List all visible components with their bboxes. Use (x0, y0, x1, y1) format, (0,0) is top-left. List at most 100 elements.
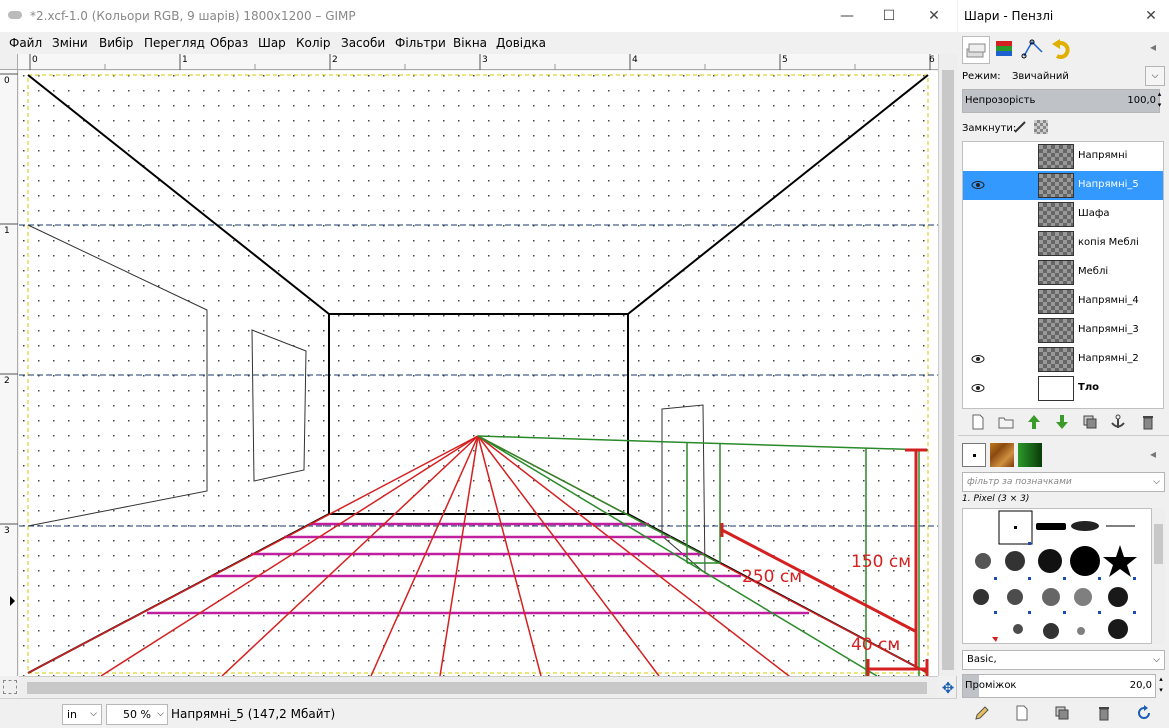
unit-value: in (67, 708, 78, 721)
ruler-label: 3 (482, 55, 488, 65)
layer-row[interactable]: копія Меблі (963, 229, 1163, 258)
lower-layer-icon[interactable] (1054, 414, 1070, 430)
vertical-scroll-thumb[interactable] (942, 70, 954, 670)
maximize-button[interactable]: ☐ (874, 4, 904, 28)
tab-gradients[interactable] (1018, 443, 1042, 467)
chevron-down-icon: ⌵ (1153, 477, 1160, 487)
tab-channels[interactable] (991, 36, 1019, 64)
layer-name[interactable]: Шафа (1078, 208, 1110, 219)
menu-windows[interactable]: Вікна (453, 36, 487, 50)
eye-icon[interactable] (971, 381, 985, 395)
minimize-button[interactable]: — (832, 4, 862, 28)
tab-paths[interactable] (1020, 36, 1048, 64)
lock-alpha-icon[interactable] (1034, 120, 1048, 134)
eye-icon[interactable] (971, 352, 985, 366)
raise-layer-icon[interactable] (1026, 414, 1042, 430)
brush-tag-filter-input[interactable]: фільтр за позначками ⌵ (962, 472, 1165, 492)
horizontal-scroll-thumb[interactable] (27, 682, 927, 694)
layer-name[interactable]: Меблі (1078, 266, 1108, 277)
brushes-scroll-thumb[interactable] (1154, 524, 1163, 564)
zoom-select[interactable]: 50 % ⌵ (106, 704, 168, 725)
delete-brush-icon[interactable] (1096, 705, 1112, 721)
dimension-label-40: 40 см (851, 635, 900, 655)
vertical-ruler[interactable]: 0 1 2 3 (0, 70, 18, 676)
layer-name[interactable]: копія Меблі (1078, 237, 1139, 248)
dock-title-bar: Шари - Пензлі ✕ (958, 0, 1169, 32)
duplicate-layer-icon[interactable] (1082, 414, 1098, 430)
ruler-label: 2 (332, 55, 338, 65)
dock-close-button[interactable]: ✕ (1136, 4, 1166, 28)
mode-label: Режим: (962, 71, 1001, 82)
tab-patterns[interactable] (990, 443, 1014, 467)
layer-row[interactable]: Напрямні (963, 142, 1163, 171)
edit-brush-icon[interactable] (974, 705, 990, 721)
menu-view[interactable]: Перегляд (144, 36, 205, 50)
brushes-scrollbar[interactable] (1152, 508, 1165, 644)
opacity-spinner[interactable]: ▴ ▾ (1154, 89, 1165, 113)
layer-row[interactable]: Напрямні_2 (963, 345, 1163, 374)
duplicate-brush-icon[interactable] (1054, 705, 1070, 721)
tab-layers[interactable] (962, 36, 990, 64)
layer-thumbnail (1038, 173, 1074, 198)
layer-name[interactable]: Напрямні_5 (1078, 179, 1139, 190)
layer-row[interactable]: Меблі (963, 258, 1163, 287)
unit-select[interactable]: in ⌵ (62, 704, 102, 725)
tab-undo-history[interactable] (1049, 36, 1077, 64)
menu-edit[interactable]: Зміни (52, 36, 88, 50)
menu-colors[interactable]: Колір (296, 36, 330, 50)
anchor-layer-icon[interactable] (1110, 414, 1126, 430)
title-bar: *2.xcf-1.0 (Кольори RGB, 9 шарів) 1800x1… (0, 0, 957, 32)
layers-brushes-dock: Шари - Пензлі ✕ ◂ Режим: Звичайний ⌵ Неп… (958, 0, 1169, 728)
layer-name[interactable]: Напрямні (1078, 150, 1127, 161)
layer-row[interactable]: Тло (963, 374, 1163, 403)
menu-layer[interactable]: Шар (258, 36, 286, 50)
configure-tab-icon[interactable]: ◂ (1150, 40, 1166, 56)
menu-file[interactable]: Файл (9, 36, 42, 50)
new-brush-icon[interactable] (1014, 705, 1030, 721)
layer-row[interactable]: Напрямні_5 (963, 171, 1163, 200)
layer-name[interactable]: Тло (1078, 382, 1099, 393)
opacity-slider[interactable]: Непрозорість 100,0 (962, 89, 1160, 113)
spacing-spinner[interactable]: ▴ ▾ (1156, 674, 1166, 698)
layer-name[interactable]: Напрямні_4 (1078, 295, 1139, 306)
spacing-slider[interactable]: Проміжок 20,0 (962, 674, 1156, 698)
menu-filters[interactable]: Фільтри (395, 36, 446, 50)
ruler-corner[interactable] (0, 54, 18, 70)
horizontal-scrollbar[interactable] (19, 676, 938, 698)
navigate-icon[interactable]: ✥ (940, 680, 956, 696)
quick-mask-icon[interactable] (3, 680, 17, 694)
mode-dropdown-button[interactable]: ⌵ (1145, 66, 1165, 86)
lock-pixels-icon[interactable] (1013, 120, 1027, 134)
configure-tab-icon[interactable]: ◂ (1150, 447, 1166, 463)
delete-layer-icon[interactable] (1140, 414, 1156, 430)
brush-preset-select[interactable]: Basic, ⌵ (962, 650, 1165, 670)
layer-row[interactable]: Напрямні_4 (963, 287, 1163, 316)
tab-brushes[interactable] (962, 443, 986, 467)
layer-row[interactable]: Напрямні_3 (963, 316, 1163, 345)
menu-bar: Файл Зміни Вибір Перегляд Образ Шар Колі… (0, 32, 957, 54)
layer-name[interactable]: Напрямні_3 (1078, 324, 1139, 335)
new-layer-group-icon[interactable] (998, 414, 1014, 430)
menu-select[interactable]: Вибір (99, 36, 133, 50)
horizontal-ruler[interactable]: 0 1 2 3 4 5 6 (18, 54, 938, 70)
undo-icon (1052, 39, 1070, 59)
layer-name[interactable]: Напрямні_2 (1078, 353, 1139, 364)
menu-help[interactable]: Довідка (496, 36, 546, 50)
menu-image[interactable]: Образ (210, 36, 248, 50)
chevron-down-icon: ⌵ (157, 709, 164, 719)
spacing-label: Проміжок (965, 680, 1017, 691)
new-layer-icon[interactable] (970, 414, 986, 430)
refresh-brushes-icon[interactable] (1136, 705, 1152, 721)
layer-row[interactable]: Шафа (963, 200, 1163, 229)
menu-tools[interactable]: Засоби (341, 36, 385, 50)
layer-thumbnail (1038, 144, 1074, 169)
eye-icon[interactable] (971, 178, 985, 192)
ruler-label: 0 (32, 55, 38, 65)
brushes-grid[interactable] (962, 508, 1152, 644)
vertical-scrollbar[interactable] (938, 54, 957, 676)
close-button[interactable]: ✕ (919, 4, 949, 28)
layer-thumbnail (1038, 260, 1074, 285)
panel-separator (958, 435, 1169, 436)
status-bar: in ⌵ 50 % ⌵ Напрямні_5 (147,2 Мбайт) (0, 698, 957, 728)
image-canvas[interactable]: 150 см 250 см 40 см (19, 71, 938, 676)
